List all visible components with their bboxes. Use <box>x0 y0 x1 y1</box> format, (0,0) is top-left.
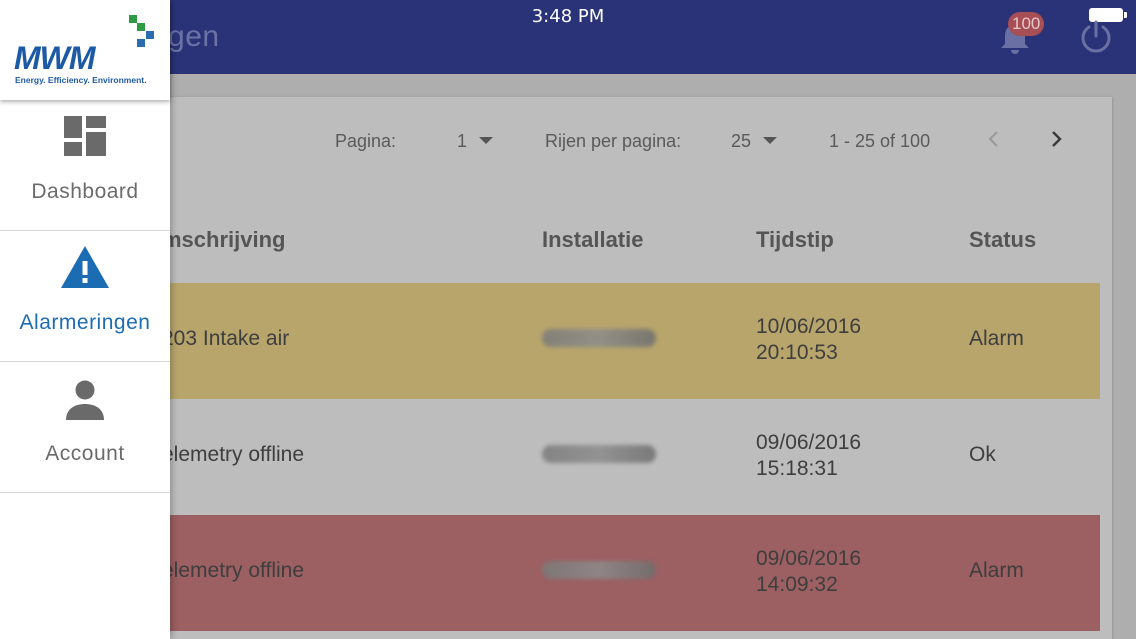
row-installation-redacted <box>542 329 656 347</box>
logo-square <box>129 15 137 23</box>
alarms-table-card: Pagina: 1 Rijen per pagina: 25 1 - 25 of… <box>150 97 1112 639</box>
page-select[interactable]: 1 <box>457 131 467 152</box>
power-icon[interactable] <box>1078 18 1114 54</box>
drawer-item-label: Alarmeringen <box>19 311 151 334</box>
column-header-installation[interactable]: Installatie <box>542 227 643 253</box>
notification-badge: 100 <box>1008 12 1045 36</box>
column-header-status[interactable]: Status <box>969 227 1036 253</box>
row-time: 15:18:31 <box>756 457 838 480</box>
brand-logo: MWM Energy. Efficiency. Environment. <box>0 0 170 100</box>
logo-square <box>146 31 154 39</box>
row-status: Alarm <box>969 327 1024 350</box>
row-description: elemetry offline <box>162 443 305 466</box>
row-date: 09/06/2016 <box>756 547 862 570</box>
column-header-description[interactable]: mschrijving <box>162 227 285 253</box>
row-timestamp: 10/06/2016 20:10:53 <box>756 314 861 366</box>
logo-tagline: Energy. Efficiency. Environment. <box>15 75 147 85</box>
row-timestamp: 09/06/2016 15:18:31 <box>756 430 861 482</box>
drawer-item-alarmeringen[interactable]: Alarmeringen <box>0 231 170 362</box>
row-description: 203 Intake air <box>162 327 290 350</box>
row-description: elemetry offline <box>162 559 305 582</box>
row-time: 14:09:32 <box>756 573 838 596</box>
previous-page-icon[interactable] <box>982 127 1006 151</box>
logo-square <box>137 23 145 31</box>
pagination-bar: Pagina: 1 Rijen per pagina: 25 1 - 25 of… <box>150 97 1112 185</box>
row-status: Ok <box>969 443 996 466</box>
row-installation-redacted <box>542 561 656 579</box>
dashboard-icon <box>64 116 106 156</box>
rows-dropdown-icon[interactable] <box>763 137 777 144</box>
column-header-timestamp[interactable]: Tijdstip <box>756 227 834 253</box>
rows-per-page-label: Rijen per pagina: <box>545 131 682 151</box>
page-range: 1 - 25 of 100 <box>829 131 931 151</box>
page-dropdown-icon[interactable] <box>479 137 493 144</box>
drawer-item-dashboard[interactable]: Dashboard <box>0 100 170 231</box>
row-time: 20:10:53 <box>756 341 838 364</box>
row-timestamp: 09/06/2016 14:09:32 <box>756 546 861 598</box>
drawer-item-account[interactable]: Account <box>0 362 170 493</box>
drawer-item-label: Account <box>45 442 125 465</box>
logo-wordmark: MWM <box>14 40 96 76</box>
table-row[interactable]: elemetry offline 09/06/2016 15:18:31 Ok <box>150 399 1100 515</box>
next-page-icon[interactable] <box>1044 127 1068 151</box>
row-date: 09/06/2016 <box>756 431 862 454</box>
navigation-drawer: MWM Energy. Efficiency. Environment. Das… <box>0 0 170 639</box>
table-row[interactable]: 203 Intake air 10/06/2016 20:10:53 Alarm <box>150 283 1100 399</box>
logo-square <box>137 39 145 47</box>
warning-icon <box>61 246 109 288</box>
status-bar-time: 3:48 PM <box>531 6 605 27</box>
rows-per-page-select[interactable]: 25 <box>731 131 751 152</box>
row-status: Alarm <box>969 559 1024 582</box>
table-row[interactable]: elemetry offline 09/06/2016 14:09:32 Ala… <box>150 515 1100 631</box>
row-date: 10/06/2016 <box>756 315 862 338</box>
drawer-item-label: Dashboard <box>31 180 139 203</box>
person-icon <box>66 380 104 420</box>
page-label: Pagina: <box>335 131 397 151</box>
row-installation-redacted <box>542 445 656 463</box>
app-header: eringen 3:48 PM 100 <box>0 0 1136 74</box>
